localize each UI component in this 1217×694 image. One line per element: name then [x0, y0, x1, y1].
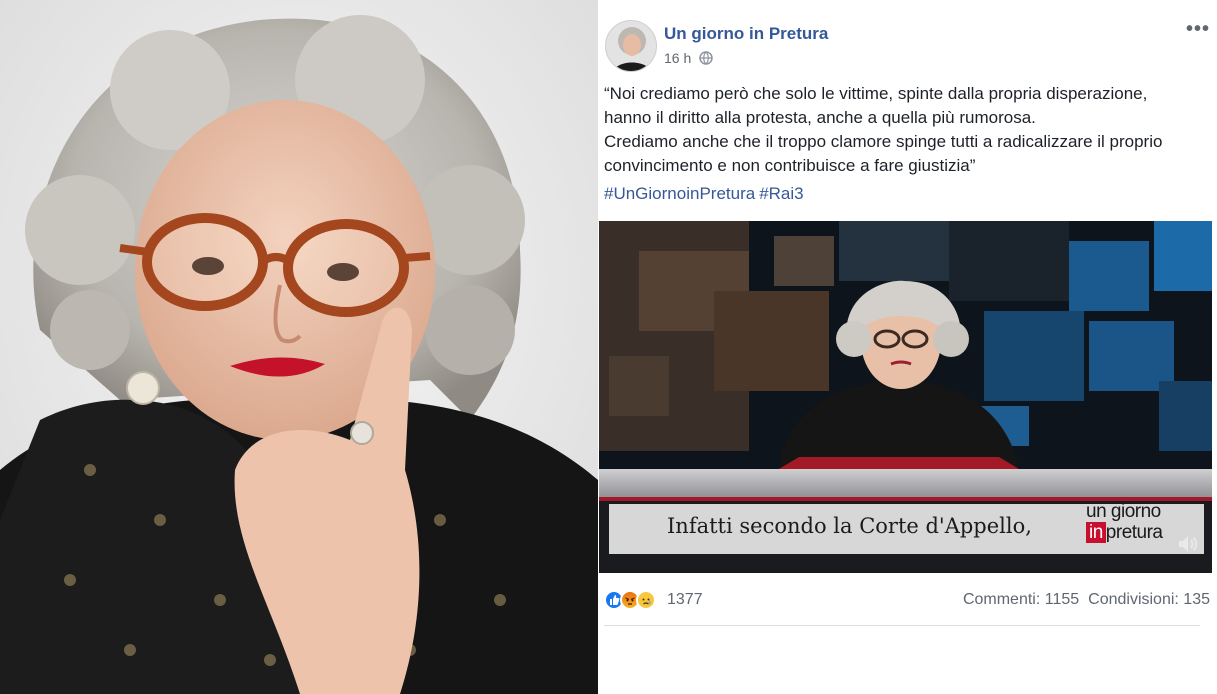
reaction-count[interactable]: 1377 — [667, 591, 703, 609]
facebook-post: Un giorno in Pretura 16 h ••• “Noi credi… — [598, 0, 1217, 694]
post-text-line: Crediamo anche che il troppo clamore spi… — [604, 132, 1163, 151]
page-name-link[interactable]: Un giorno in Pretura — [664, 24, 828, 44]
video-subtitle: Infatti secondo la Corte d'Appello, — [667, 514, 1032, 538]
portrait-photo — [0, 0, 598, 694]
post-timestamp[interactable]: 16 h — [664, 50, 691, 66]
post-text-line: convincimento e non contribuisce a fare … — [604, 156, 976, 175]
hashtag-link[interactable]: #UnGiornoinPretura — [604, 184, 755, 203]
logo-line1: un giorno — [1086, 501, 1161, 522]
logo-line2: in pretura — [1086, 522, 1163, 544]
volume-icon[interactable] — [1176, 532, 1200, 556]
logo-line2-rest: pretura — [1105, 522, 1163, 543]
post-text-line: “Noi crediamo però che solo le vittime, … — [604, 84, 1148, 103]
show-logo: un giorno in pretura — [1086, 501, 1182, 549]
portrait-illustration — [0, 0, 598, 694]
video-player[interactable]: Infatti secondo la Corte d'Appello, un g… — [599, 221, 1212, 573]
shares-count-link[interactable]: Condivisioni: 135 — [1088, 591, 1210, 608]
logo-in: in — [1086, 522, 1106, 543]
more-options-button[interactable]: ••• — [1186, 19, 1210, 39]
more-icon: ••• — [1185, 18, 1210, 40]
globe-icon — [699, 51, 713, 65]
hashtag-link[interactable]: #Rai3 — [759, 184, 803, 203]
avatar-image — [606, 21, 656, 71]
comment-share-counts: Commenti: 1155 Condivisioni: 135 — [963, 591, 1210, 609]
post-text-line: hanno il diritto alla protesta, anche a … — [604, 108, 1036, 127]
page-avatar[interactable] — [605, 20, 657, 72]
hashtags: #UnGiornoinPretura #Rai3 — [604, 184, 808, 204]
post-meta: 16 h — [664, 50, 713, 66]
reaction-icons[interactable] — [604, 590, 656, 610]
comments-count-link[interactable]: Commenti: 1155 — [963, 591, 1079, 608]
post-header: Un giorno in Pretura 16 h ••• — [605, 18, 1210, 76]
post-text: “Noi crediamo però che solo le vittime, … — [604, 82, 1204, 178]
divider — [604, 625, 1200, 626]
sad-icon — [636, 590, 656, 610]
reactions-row: 1377 Commenti: 1155 Condivisioni: 135 — [604, 590, 1210, 612]
